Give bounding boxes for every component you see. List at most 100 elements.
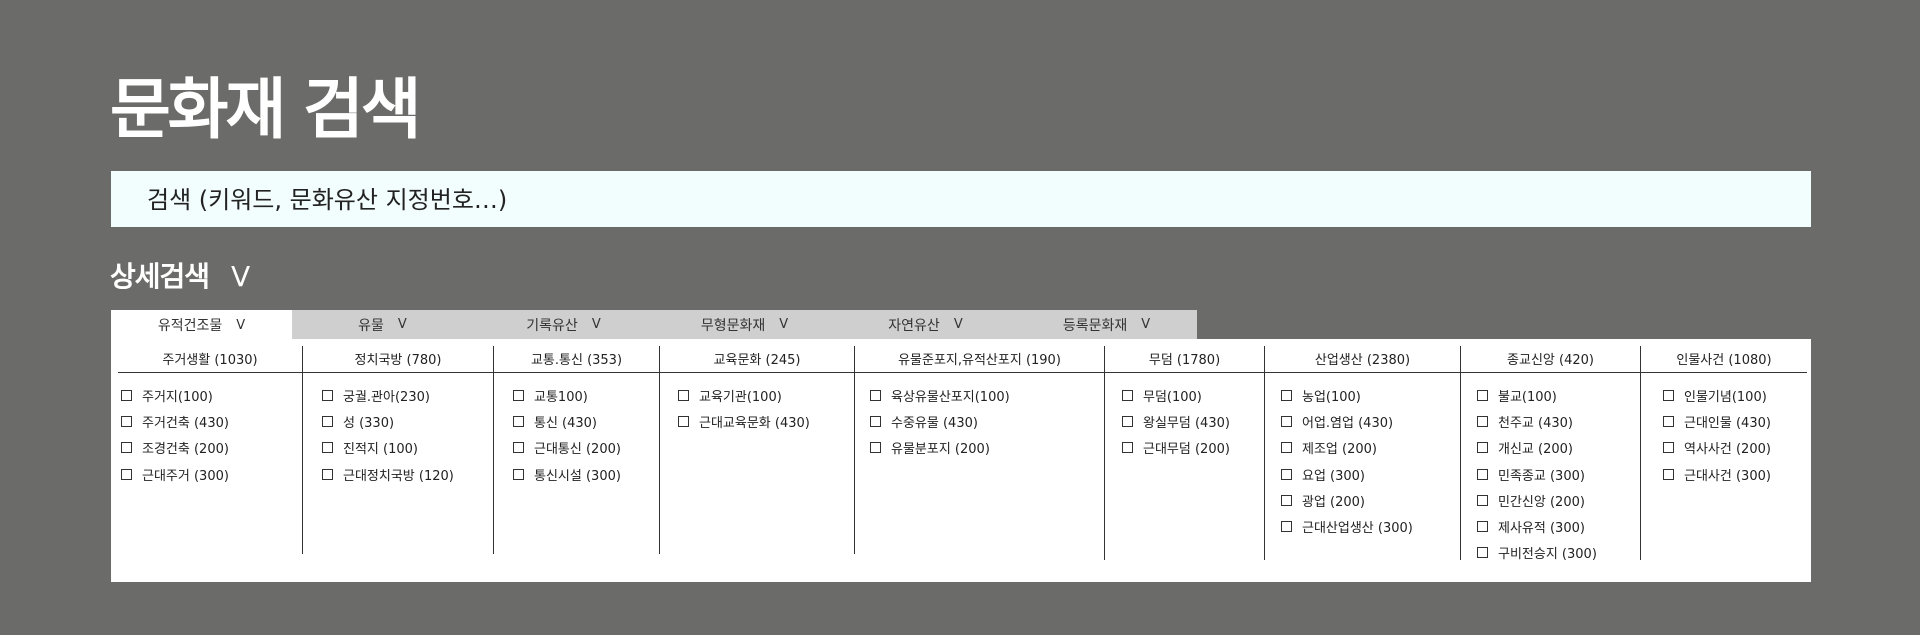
checkbox-item[interactable]: 무덤(100) (1105, 382, 1264, 408)
checkbox[interactable] (1122, 442, 1133, 454)
checkbox-item[interactable]: 천주교 (430) (1461, 408, 1640, 434)
column-header: 교육문화 (245) (713, 352, 801, 368)
checkbox[interactable] (1663, 415, 1674, 427)
checkbox[interactable] (513, 468, 524, 480)
checkbox[interactable] (1281, 442, 1292, 454)
checkbox-item[interactable]: 민족종교 (300) (1461, 461, 1640, 487)
search-input[interactable] (145, 171, 1749, 229)
checkbox-label: 어업.염업 (430) (1302, 415, 1394, 431)
checkbox[interactable] (1122, 389, 1133, 401)
checkbox-item[interactable]: 근대인물 (430) (1641, 408, 1807, 434)
checkbox[interactable] (1477, 547, 1488, 559)
tab-documentary-heritage[interactable]: 기록유산 V (473, 310, 654, 339)
checkbox-item[interactable]: 개신교 (200) (1461, 435, 1640, 461)
checkbox-item[interactable]: 교통100) (494, 382, 659, 408)
checkbox-item[interactable]: 민간신앙 (200) (1461, 487, 1640, 513)
checkbox[interactable] (1477, 494, 1488, 506)
checkbox[interactable] (1281, 389, 1292, 401)
checkbox-item[interactable]: 근대주거 (300) (118, 461, 302, 487)
chevron-down-icon: V (231, 260, 250, 293)
checkbox[interactable] (322, 415, 333, 427)
checkbox-item[interactable]: 어업.염업 (430) (1265, 408, 1460, 434)
chevron-down-icon: V (236, 317, 246, 333)
category-tabs: 유적건조물 V 유물 V 기록유산 V 무형문화재 V 자연유산 V 등록문화재… (111, 310, 1197, 340)
checkbox[interactable] (121, 415, 132, 427)
checkbox[interactable] (678, 415, 689, 427)
checkbox-label: 천주교 (430) (1498, 415, 1573, 431)
checkbox-item[interactable]: 진적지 (100) (303, 435, 493, 461)
checkbox-item[interactable]: 조경건축 (200) (118, 435, 302, 461)
checkbox[interactable] (678, 389, 689, 401)
checkbox[interactable] (322, 468, 333, 480)
checkbox-label: 개신교 (200) (1498, 442, 1573, 458)
checkbox[interactable] (870, 389, 881, 401)
tab-registered-heritage[interactable]: 등록문화재 V (1016, 310, 1197, 339)
checkbox[interactable] (322, 442, 333, 454)
checkbox[interactable] (1663, 442, 1674, 454)
checkbox-item[interactable]: 근대정치국방 (120) (303, 461, 493, 487)
checkbox[interactable] (1663, 389, 1674, 401)
tab-label: 자연유산 (888, 317, 940, 334)
checkbox-item[interactable]: 주거지(100) (118, 382, 302, 408)
checkbox-item[interactable]: 농업(100) (1265, 382, 1460, 408)
checkbox[interactable] (870, 442, 881, 454)
checkbox-item[interactable]: 주거건축 (430) (118, 408, 302, 434)
checkbox[interactable] (513, 415, 524, 427)
checkbox-item[interactable]: 유물분포지 (200) (855, 435, 1104, 461)
checkbox-item[interactable]: 통신시설 (300) (494, 461, 659, 487)
checkbox[interactable] (1281, 468, 1292, 480)
checkbox[interactable] (121, 442, 132, 454)
checkbox[interactable] (1477, 389, 1488, 401)
checkbox[interactable] (121, 389, 132, 401)
chevron-down-icon: V (779, 317, 789, 332)
tab-intangible-heritage[interactable]: 무형문화재 V (654, 310, 835, 339)
checkbox-item[interactable]: 근대사건 (300) (1641, 461, 1807, 487)
checkbox-item[interactable]: 수중유물 (430) (855, 408, 1104, 434)
checkbox-label: 진적지 (100) (343, 442, 418, 458)
checkbox-item[interactable]: 불교(100) (1461, 382, 1640, 408)
checkbox-item[interactable]: 근대무덤 (200) (1105, 435, 1264, 461)
column-industry-production: 산업생산 (2380) 농업(100) 어업.염업 (430) 제조업 (200… (1265, 346, 1461, 560)
checkbox-item[interactable]: 근대통신 (200) (494, 435, 659, 461)
checkbox-item[interactable]: 교육기관(100) (660, 382, 854, 408)
checkbox[interactable] (1663, 468, 1674, 480)
checkbox-item[interactable]: 역사사건 (200) (1641, 435, 1807, 461)
checkbox[interactable] (1477, 521, 1488, 533)
checkbox-item[interactable]: 육상유물산포지(100) (855, 382, 1104, 408)
tab-natural-heritage[interactable]: 자연유산 V (835, 310, 1016, 339)
checkbox-item[interactable]: 제조업 (200) (1265, 435, 1460, 461)
advanced-search-toggle[interactable]: 상세검색 V (110, 257, 250, 297)
tab-label: 기록유산 (526, 317, 578, 334)
column-header: 정치국방 (780) (354, 352, 442, 368)
checkbox[interactable] (870, 415, 881, 427)
checkbox-item[interactable]: 궁궐.관아(230) (303, 382, 493, 408)
checkbox[interactable] (1281, 494, 1292, 506)
checkbox-item[interactable]: 구비전승지 (300) (1461, 540, 1640, 566)
checkbox[interactable] (1477, 442, 1488, 454)
checkbox[interactable] (1477, 468, 1488, 480)
search-bar[interactable] (111, 171, 1811, 229)
checkbox-item[interactable]: 왕실무덤 (430) (1105, 408, 1264, 434)
checkbox-label: 성 (330) (343, 415, 395, 431)
checkbox-item[interactable]: 제사유적 (300) (1461, 513, 1640, 539)
checkbox-item[interactable]: 통신 (430) (494, 408, 659, 434)
checkbox[interactable] (1122, 415, 1133, 427)
checkbox[interactable] (1281, 521, 1292, 533)
checkbox[interactable] (513, 389, 524, 401)
checkbox[interactable] (1281, 415, 1292, 427)
checkbox-item[interactable]: 요업 (300) (1265, 461, 1460, 487)
checkbox-item[interactable]: 근대교육문화 (430) (660, 408, 854, 434)
tab-historic-buildings[interactable]: 유적건조물 V (111, 310, 292, 340)
checkbox-item[interactable]: 광업 (200) (1265, 487, 1460, 513)
checkbox-item[interactable]: 근대산업생산 (300) (1265, 513, 1460, 539)
checkbox[interactable] (322, 389, 333, 401)
checkbox-label: 육상유물산포지(100) (891, 389, 1010, 405)
checkbox-item[interactable]: 인물기념(100) (1641, 382, 1807, 408)
checkbox[interactable] (1477, 415, 1488, 427)
checkbox-label: 왕실무덤 (430) (1143, 415, 1230, 431)
checkbox-label: 교통100) (534, 389, 588, 405)
checkbox-item[interactable]: 성 (330) (303, 408, 493, 434)
checkbox[interactable] (121, 468, 132, 480)
tab-artifacts[interactable]: 유물 V (292, 310, 473, 339)
checkbox[interactable] (513, 442, 524, 454)
